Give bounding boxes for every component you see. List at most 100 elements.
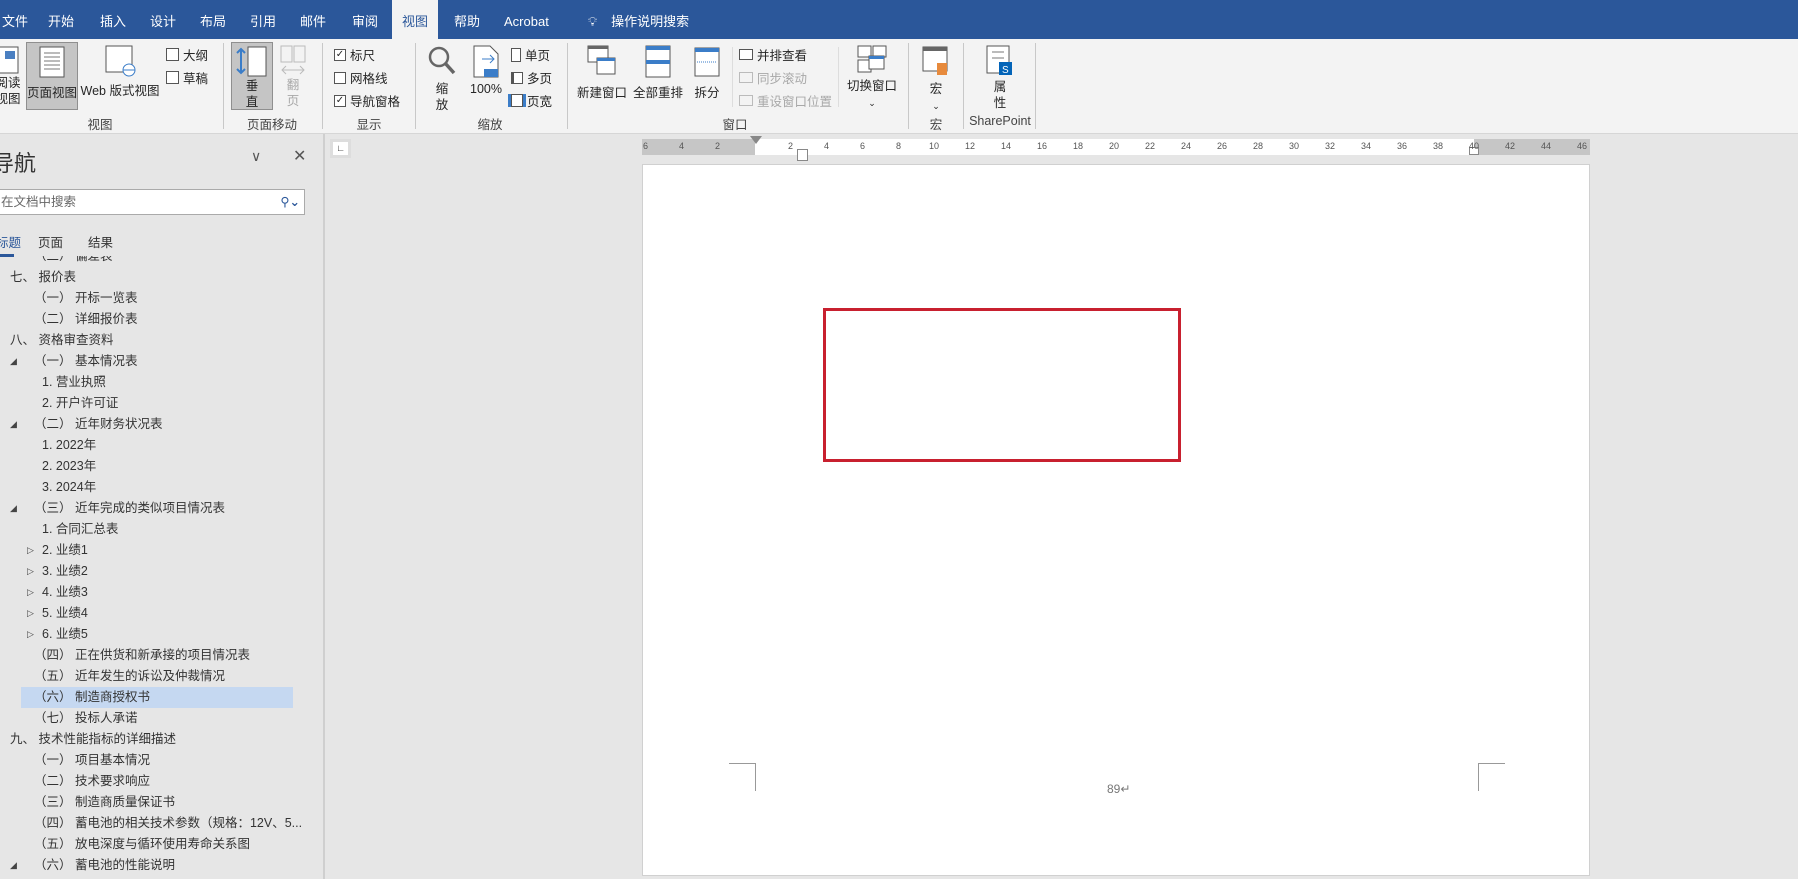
separator <box>732 47 733 107</box>
nav-heading-label: （五） 近年发生的诉讼及仲裁情况 <box>34 669 225 683</box>
nav-heading-label: （三） 近年完成的类似项目情况表 <box>34 501 225 515</box>
left-indent-marker[interactable] <box>797 149 808 161</box>
search-icon[interactable]: ⚲⌄ <box>280 190 300 214</box>
page-number: 89↵ <box>1107 782 1131 796</box>
draft-button[interactable]: 草稿 <box>166 68 208 87</box>
tab-results[interactable]: 结果 <box>88 232 113 251</box>
arrange-all-button[interactable]: 全部重排 <box>631 45 685 101</box>
zoom-label: 缩 放 <box>435 82 449 112</box>
group-label-macros: 宏 <box>929 118 943 132</box>
nav-heading-label: （二） 技术要求响应 <box>34 774 150 788</box>
collapsed-triangle-icon[interactable]: ▷ <box>27 603 34 624</box>
nav-heading-label: （二） 偏差表 <box>34 256 113 263</box>
nav-heading-label: （六） 制造商授权书 <box>34 690 150 704</box>
page-width-icon <box>511 94 523 107</box>
group-label-show: 显示 <box>356 118 382 132</box>
tell-me-search[interactable]: 💡︎ 操作说明搜索 <box>578 0 699 39</box>
properties-label: 属 性 <box>993 80 1007 110</box>
tab-3[interactable]: 设计 <box>140 0 186 39</box>
expanded-triangle-icon[interactable]: ◢ <box>10 351 17 372</box>
collapsed-triangle-icon[interactable]: ▷ <box>27 582 34 603</box>
tab-1[interactable]: 开始 <box>38 0 84 39</box>
separator <box>223 43 224 129</box>
nav-heading-label: （七） 投标人承诺 <box>34 711 138 725</box>
tell-me-label: 操作说明搜索 <box>611 14 690 29</box>
tab-0[interactable]: 文件 <box>0 0 38 39</box>
tab-6[interactable]: 邮件 <box>290 0 336 39</box>
side-by-side-icon <box>739 49 753 60</box>
outline-button[interactable]: 大纲 <box>166 45 208 64</box>
horizontal-ruler[interactable]: 6 4 2 2 4 6 8 10 12 14 16 18 20 22 24 26 28 30 32 34 36 38 40 4… <box>642 136 1590 161</box>
checkbox[interactable]: ✓ <box>334 48 346 61</box>
pane-divider[interactable] <box>323 134 324 879</box>
side-by-side-label: 并排查看 <box>757 49 808 63</box>
nav-heading-item[interactable]: （六） 制造商授权书 <box>21 687 293 708</box>
collapsed-triangle-icon[interactable]: ▷ <box>27 540 34 561</box>
vertical-button[interactable]: 垂 直 <box>231 42 273 110</box>
one-page-icon <box>511 47 521 62</box>
one-page-button[interactable]: 单页 <box>511 45 550 64</box>
nav-pane-checkbox[interactable]: ✓ 导航窗格 <box>334 91 400 110</box>
reset-position-button[interactable]: 重设窗口位置 <box>739 91 832 110</box>
tab-pages[interactable]: 页面 <box>38 232 63 251</box>
gridlines-checkbox[interactable]: 网格线 <box>334 68 388 87</box>
side-to-side-label: 翻 页 <box>286 78 300 108</box>
tab-9[interactable]: 帮助 <box>444 0 490 39</box>
properties-button[interactable]: S 属 性 <box>972 45 1028 111</box>
red-highlight-rectangle <box>823 308 1181 462</box>
macros-button[interactable]: 宏 ⌄ <box>916 45 956 114</box>
collapsed-triangle-icon[interactable]: ▷ <box>27 624 34 645</box>
nav-options-chevron-icon[interactable]: ∨ <box>251 148 261 165</box>
new-window-button[interactable]: 新建窗口 <box>575 45 629 101</box>
ruler-number: 4 <box>824 141 830 151</box>
checkbox[interactable]: ✓ <box>334 94 346 107</box>
split-button[interactable]: 拆分 <box>689 45 725 101</box>
navigation-pane: 导航 ∨ ✕ 在文档中搜索 ⚲⌄ 标题 页面 结果 （二） 偏差表 七、 报价表（… <box>0 134 325 879</box>
headings-tree: （二） 偏差表 七、 报价表 （一） 开标一览表 （二） 详细报价表 八、 资格审查资料… <box>0 256 324 879</box>
page-width-button[interactable]: 页宽 <box>511 91 552 110</box>
reset-position-label: 重设窗口位置 <box>757 95 833 109</box>
zoom-100-button[interactable]: 100% <box>466 45 506 97</box>
collapsed-triangle-icon[interactable]: ▷ <box>27 561 34 582</box>
close-icon[interactable]: ✕ <box>293 146 306 166</box>
web-layout-button[interactable]: Web 版式视图 <box>80 45 160 99</box>
tab-headings[interactable]: 标题 <box>0 232 21 257</box>
expanded-triangle-icon[interactable]: ◢ <box>10 414 17 435</box>
tab-5[interactable]: 引用 <box>240 0 286 39</box>
nav-heading-label: 2. 开户许可证 <box>42 396 119 410</box>
ribbon-tab-bar: 文件 开始 插入 设计 布局 引用 邮件 审阅 视图 帮助 Acrobat 💡︎ 操作说明搜索 <box>0 0 1798 40</box>
chevron-down-icon: ⌄ <box>932 101 940 111</box>
search-input[interactable]: 在文档中搜索 ⚲⌄ <box>0 189 305 215</box>
ruler-checkbox[interactable]: ✓ 标尺 <box>334 45 375 64</box>
side-to-side-button[interactable]: 翻 页 <box>276 45 310 109</box>
tab-selector-button[interactable]: ∟ <box>330 139 351 158</box>
tab-8[interactable]: 视图 <box>392 0 439 40</box>
sync-scroll-label: 同步滚动 <box>757 72 808 86</box>
multiple-pages-button[interactable]: 多页 <box>511 68 552 87</box>
side-by-side-button[interactable]: 并排查看 <box>739 45 807 64</box>
document-page[interactable]: 89↵ <box>642 164 1590 876</box>
ruler-number: 36 <box>1397 141 1408 151</box>
page-width-label: 页宽 <box>527 95 553 109</box>
tab-10[interactable]: Acrobat <box>494 0 559 39</box>
tab-2[interactable]: 插入 <box>90 0 136 39</box>
zoom-button[interactable]: 缩 放 <box>424 45 460 113</box>
nav-heading-label: （六） 蓄电池的性能说明 <box>34 858 175 872</box>
margin-corner-mark-right <box>1478 763 1505 791</box>
expanded-triangle-icon[interactable]: ◢ <box>10 498 17 519</box>
expanded-triangle-icon[interactable]: ◢ <box>10 855 17 876</box>
tab-4[interactable]: 布局 <box>190 0 236 39</box>
checkbox[interactable] <box>334 71 346 84</box>
switch-windows-button[interactable]: 切换窗口 ⌄ <box>843 45 901 111</box>
draft-label: 草稿 <box>183 72 209 86</box>
first-line-indent-marker[interactable] <box>750 136 762 144</box>
nav-heading-label: 3. 业绩2 <box>42 564 88 578</box>
tab-7[interactable]: 审阅 <box>342 0 388 39</box>
print-layout-button[interactable]: 页面视图 <box>26 42 78 110</box>
ruler-number: 6 <box>860 141 866 151</box>
margin-corner-mark-left <box>729 763 756 791</box>
sync-scroll-button[interactable]: 同步滚动 <box>739 68 807 87</box>
web-layout-label: Web 版式视图 <box>80 84 160 98</box>
nav-heading-label: 3. 2024年 <box>42 480 97 494</box>
read-mode-button[interactable]: 阅读 视图 <box>0 45 22 109</box>
